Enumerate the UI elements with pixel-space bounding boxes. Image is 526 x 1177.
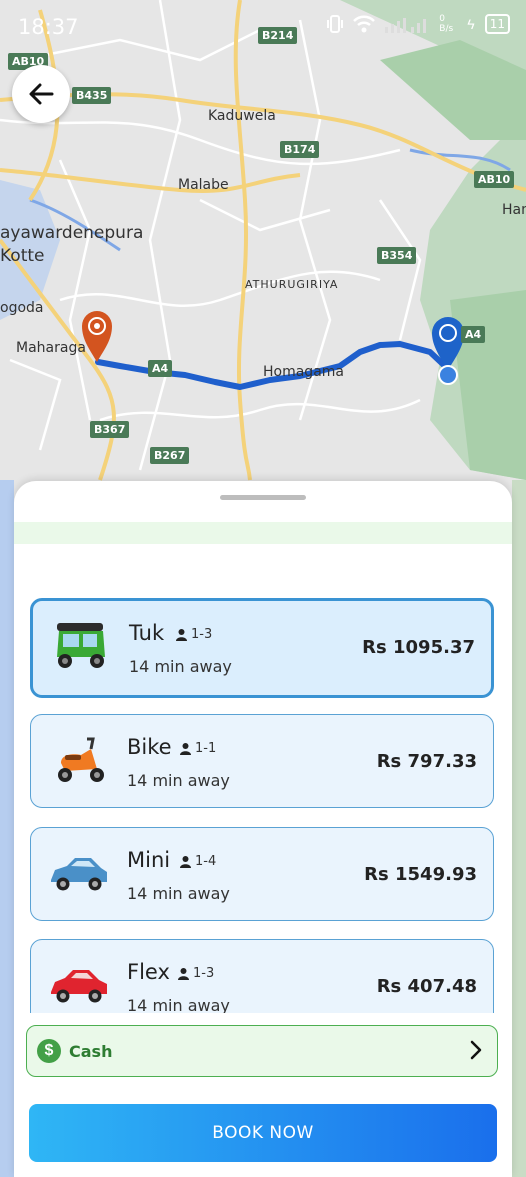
network-speed: 0 B/s	[439, 14, 454, 34]
ride-list-clip: Flex 1-3 14 min away Rs 407.48	[14, 931, 512, 1013]
ride-eta: 14 min away	[127, 996, 230, 1013]
person-icon	[180, 856, 191, 868]
battery-icon: 11	[484, 14, 510, 34]
ride-name: Tuk	[129, 621, 165, 645]
charging-icon: ϟ	[467, 16, 475, 32]
map-place-label: Homagama	[263, 364, 344, 380]
capacity: 1-1	[179, 741, 216, 756]
capacity: 1-3	[177, 966, 214, 981]
scooter-icon	[58, 737, 104, 782]
ride-name: Mini	[127, 848, 171, 872]
capacity-value: 1-3	[191, 627, 213, 642]
ride-price: Rs 1095.37	[362, 637, 475, 658]
map-place-label: ayawardenepura Kotte	[0, 223, 144, 266]
blue-car-icon	[51, 858, 107, 891]
capacity: 1-3	[175, 627, 212, 642]
ride-price: Rs 797.33	[376, 751, 477, 772]
map-place-label: ATHURUGIRIYA	[245, 278, 339, 291]
map-place-label: Han	[502, 202, 526, 218]
road-shield: B174	[280, 141, 320, 158]
ride-option-mini[interactable]: Mini 1-4 14 min away Rs 1549.93	[30, 827, 494, 921]
person-icon	[180, 743, 191, 755]
person-icon	[178, 968, 189, 980]
ride-option-tuk[interactable]: Tuk 1-3 14 min away Rs 1095.37	[30, 598, 494, 698]
map-place-label: Malabe	[178, 177, 229, 193]
capacity-value: 1-3	[193, 966, 215, 981]
road-shield: B367	[90, 421, 130, 438]
ride-selection-sheet: Tuk 1-3 14 min away Rs 1095.37 Bike 1-1 …	[14, 481, 512, 1177]
road-shield: A4	[461, 326, 486, 343]
chevron-right-icon	[470, 1040, 482, 1060]
wifi-icon	[353, 15, 376, 33]
ride-name: Bike	[127, 735, 172, 759]
vibrate-icon	[327, 15, 344, 33]
signal-icon	[385, 18, 427, 33]
back-button[interactable]	[12, 65, 70, 123]
ride-option-bike[interactable]: Bike 1-1 14 min away Rs 797.33	[30, 714, 494, 808]
person-icon	[176, 629, 187, 641]
promo-strip	[14, 522, 512, 544]
payment-method-selector[interactable]: $ Cash	[26, 1025, 498, 1077]
ride-name: Flex	[127, 960, 170, 984]
ride-option-flex[interactable]: Flex 1-3 14 min away Rs 407.48	[30, 939, 494, 1013]
road-shield: B435	[72, 87, 112, 104]
battery-level: 11	[489, 17, 505, 31]
tuk-tuk-icon	[57, 623, 105, 668]
ride-eta: 14 min away	[129, 657, 232, 676]
ride-eta: 14 min away	[127, 771, 230, 790]
red-car-icon	[51, 970, 107, 1003]
status-bar: 18:37 0 B/s ϟ 11	[0, 0, 526, 54]
dollar-icon: $	[37, 1039, 61, 1063]
drag-handle[interactable]	[220, 495, 306, 500]
road-shield: A4	[148, 360, 173, 377]
map-place-label: ogoda	[0, 300, 44, 316]
road-shield: AB10	[474, 171, 515, 188]
capacity: 1-4	[179, 854, 216, 869]
status-time: 18:37	[18, 15, 79, 39]
map-place-label: Maharaga	[16, 340, 86, 356]
map-place-label: Kaduwela	[208, 108, 276, 124]
ride-price: Rs 1549.93	[364, 864, 477, 885]
road-shield: B354	[377, 247, 417, 264]
road-shield: B267	[150, 447, 190, 464]
capacity-value: 1-4	[195, 854, 217, 869]
ride-eta: 14 min away	[127, 884, 230, 903]
ride-price: Rs 407.48	[376, 976, 477, 997]
arrow-left-icon	[29, 83, 54, 105]
capacity-value: 1-1	[195, 741, 217, 756]
payment-method-label: Cash	[69, 1042, 113, 1061]
book-now-button[interactable]: BOOK NOW	[29, 1104, 497, 1162]
